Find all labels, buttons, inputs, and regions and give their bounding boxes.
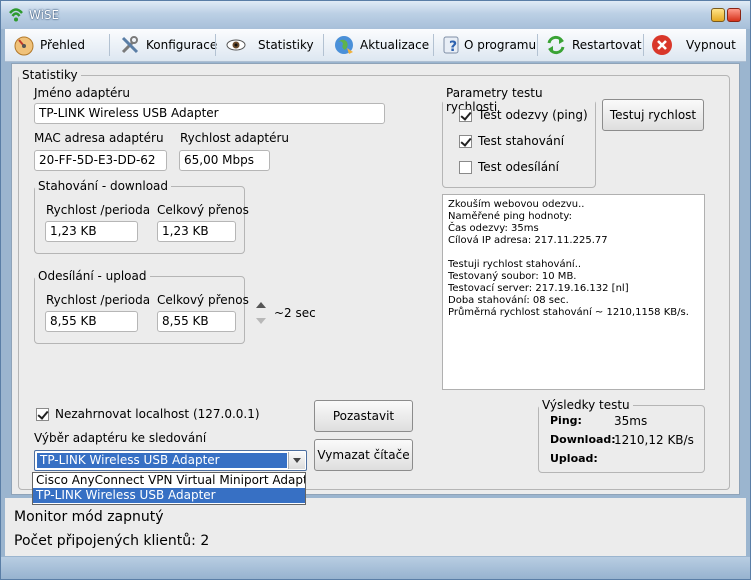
ignore-localhost-label: Nezahrnovat localhost (127.0.0.1) xyxy=(55,407,260,421)
log-line: Čas odezvy: 35ms xyxy=(448,223,539,234)
ignore-localhost-box[interactable] xyxy=(36,407,49,421)
adapter-speed-label: Rychlost adaptéru xyxy=(180,131,290,145)
chevron-down-icon[interactable] xyxy=(288,452,305,469)
close-window-button[interactable] xyxy=(727,8,741,22)
eye-icon xyxy=(226,39,246,51)
upload-legend: Odesílání - upload xyxy=(38,269,147,283)
upload-test-label: Test odesílání xyxy=(478,160,559,174)
about-label: O programu xyxy=(464,38,537,52)
download-test-label: Test stahování xyxy=(478,134,565,148)
download-total-field[interactable]: 1,23 KB xyxy=(157,221,236,242)
toolbar-about-button[interactable]: ? O programu xyxy=(441,29,536,61)
adapter-speed-field[interactable]: 65,00 Mbps xyxy=(179,150,270,171)
download-legend: Stahování - download xyxy=(38,179,169,193)
adapter-name-field[interactable]: TP-LINK Wireless USB Adapter xyxy=(34,103,385,124)
globe-update-icon xyxy=(335,36,353,54)
adapter-dropdown-list[interactable]: Cisco AnyConnect VPN Virtual Miniport Ad… xyxy=(32,472,306,505)
svg-text:?: ? xyxy=(449,39,457,55)
spinner-up-arrow-icon[interactable] xyxy=(255,301,267,309)
upload-total-label: Celkový přenos xyxy=(157,293,249,307)
log-line: Průměrná rychlost stahování ~ 1210,1158 … xyxy=(448,307,689,318)
toolbar-overview-button[interactable]: Přehled xyxy=(13,29,85,61)
adapter-name-label: Jméno adaptéru xyxy=(34,86,130,100)
upload-total-field[interactable]: 8,55 KB xyxy=(157,311,236,332)
mac-address-field[interactable]: 20-FF-5D-E3-DD-62 xyxy=(34,150,167,171)
log-line: Testovací server: 217.19.16.132 [nl] xyxy=(448,283,629,294)
period-spinner[interactable] xyxy=(255,301,267,327)
refresh-icon xyxy=(547,35,565,55)
download-test-checkbox[interactable]: Test stahování xyxy=(459,134,564,148)
title-bar[interactable]: WiSE xyxy=(1,1,750,29)
log-line: Zkouším webovou odezvu.. xyxy=(448,199,585,210)
clear-counters-button[interactable]: Vymazat čítače xyxy=(314,439,413,471)
overview-label: Přehled xyxy=(40,38,86,52)
ping-checkbox-box[interactable] xyxy=(459,108,472,122)
speedometer-icon xyxy=(14,36,34,56)
ping-result-value: 35ms xyxy=(614,414,648,428)
upload-result-label: Upload: xyxy=(550,452,598,465)
mac-address-label: MAC adresa adaptéru xyxy=(34,131,164,145)
download-result-value: 1210,12 KB/s xyxy=(614,433,694,447)
clients-count-text: Počet připojených klientů: 2 xyxy=(14,533,210,549)
dropdown-option[interactable]: Cisco AnyConnect VPN Virtual Miniport Ad… xyxy=(33,473,305,488)
upload-rate-label: Rychlost /perioda xyxy=(46,293,151,307)
quit-label: Vypnout xyxy=(686,38,736,52)
log-line: Cílová IP adresa: 217.11.225.77 xyxy=(448,235,608,246)
statistics-legend: Statistiky xyxy=(22,68,78,82)
toolbar: Přehled Konfigurace Statistiky Aktualiza… xyxy=(5,29,746,62)
toolbar-quit-button[interactable]: Vypnout xyxy=(651,29,736,61)
log-line: Doba stahování: 08 sec. xyxy=(448,295,569,306)
status-area: Monitor mód zapnutý Počet připojených kl… xyxy=(5,498,746,556)
toolbar-restart-button[interactable]: Restartovat xyxy=(545,29,642,61)
download-rate-label: Rychlost /perioda xyxy=(46,203,151,217)
restart-label: Restartovat xyxy=(572,38,642,52)
log-line: Testuji rychlost stahování.. xyxy=(448,259,582,270)
dropdown-option-selected[interactable]: TP-LINK Wireless USB Adapter xyxy=(33,488,305,503)
ping-test-checkbox[interactable]: Test odezvy (ping) xyxy=(459,108,588,122)
pause-button[interactable]: Pozastavit xyxy=(314,400,413,432)
download-checkbox-box[interactable] xyxy=(459,134,472,148)
toolbar-update-button[interactable]: Aktualizace xyxy=(333,29,429,61)
results-legend: Výsledky testu xyxy=(542,398,630,412)
toolbar-config-button[interactable]: Konfigurace xyxy=(119,29,217,61)
app-window: WiSE Přehled Konfigurace Statistiky Aktu… xyxy=(0,0,751,580)
tools-icon xyxy=(121,36,139,54)
ignore-localhost-checkbox[interactable]: Nezahrnovat localhost (127.0.0.1) xyxy=(36,407,260,421)
period-value: ~2 sec xyxy=(274,306,316,320)
update-label: Aktualizace xyxy=(360,38,430,52)
download-rate-field[interactable]: 1,23 KB xyxy=(45,221,138,242)
adapter-select-combobox[interactable]: TP-LINK Wireless USB Adapter xyxy=(34,450,307,471)
spinner-down-arrow-icon[interactable] xyxy=(255,317,267,325)
stats-label: Statistiky xyxy=(258,38,314,52)
adapter-select-value: TP-LINK Wireless USB Adapter xyxy=(37,453,287,468)
config-label: Konfigurace xyxy=(146,38,218,52)
adapter-select-label: Výběr adaptéru ke sledování xyxy=(34,431,207,445)
close-circle-icon xyxy=(652,35,672,55)
window-title: WiSE xyxy=(29,8,60,22)
upload-rate-field[interactable]: 8,55 KB xyxy=(45,311,138,332)
monitor-status-text: Monitor mód zapnutý xyxy=(14,509,164,525)
wifi-logo-icon xyxy=(9,8,23,22)
minimize-button[interactable] xyxy=(711,8,725,22)
run-speedtest-button[interactable]: Testuj rychlost xyxy=(602,99,704,131)
test-log-textarea[interactable]: Zkouším webovou odezvu.. Naměřené ping h… xyxy=(442,194,705,390)
log-line: Testovaný soubor: 10 MB. xyxy=(448,271,577,282)
log-line: Naměřené ping hodnoty: xyxy=(448,211,572,222)
statistics-panel: Statistiky Jméno adaptéru TP-LINK Wirele… xyxy=(11,63,740,495)
help-question-icon: ? xyxy=(443,36,459,55)
upload-test-checkbox[interactable]: Test odesílání xyxy=(459,160,559,174)
ping-test-label: Test odezvy (ping) xyxy=(478,108,588,122)
toolbar-stats-button[interactable]: Statistiky xyxy=(225,29,314,61)
download-result-label: Download: xyxy=(550,433,616,446)
upload-checkbox-box[interactable] xyxy=(459,160,472,174)
ping-result-label: Ping: xyxy=(550,414,582,427)
download-total-label: Celkový přenos xyxy=(157,203,249,217)
window-bottom-border xyxy=(1,557,750,579)
